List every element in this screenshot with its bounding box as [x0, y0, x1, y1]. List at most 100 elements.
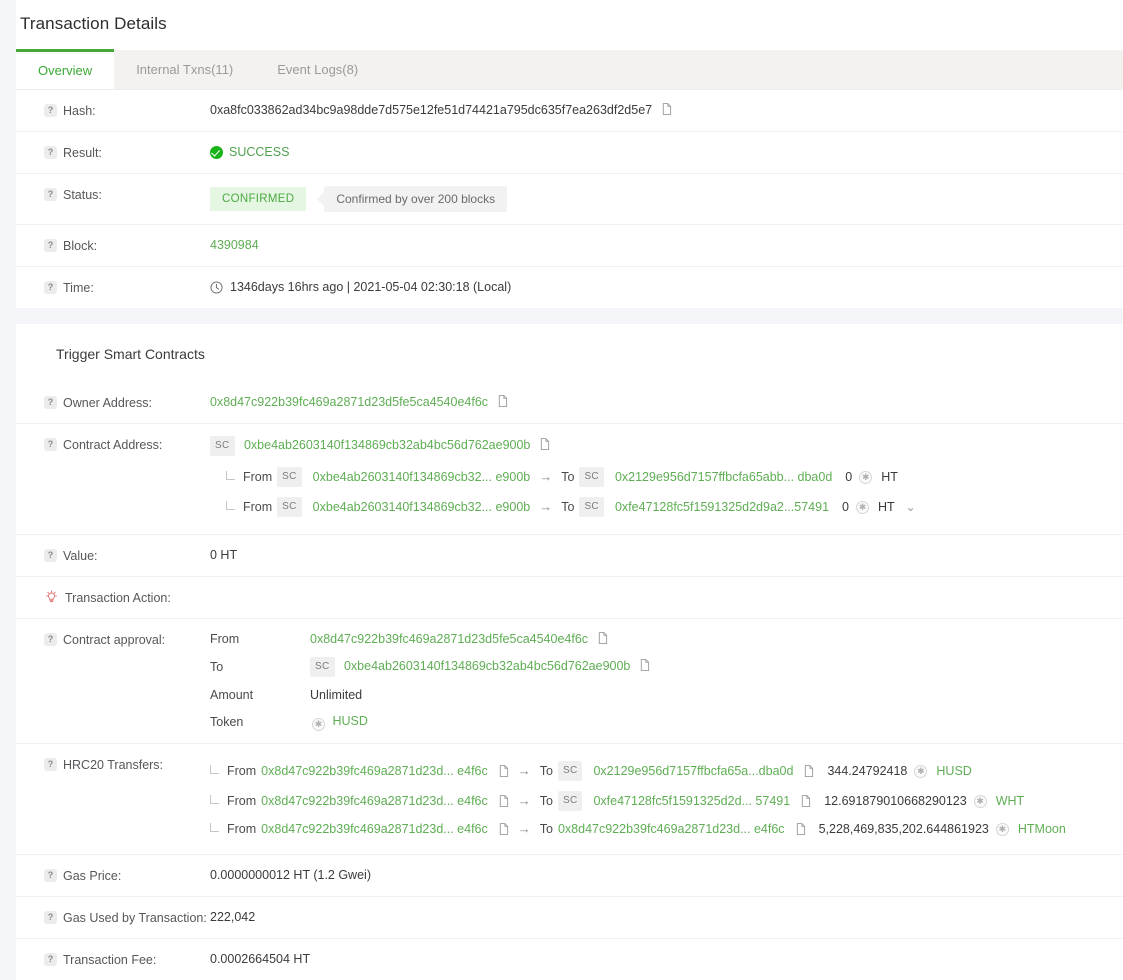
status-tooltip: Confirmed by over 200 blocks — [324, 186, 508, 212]
transfer-amount: 0 — [842, 500, 849, 514]
from-address-link[interactable]: 0x8d47c922b39fc469a2871d23d... e4f6c — [261, 821, 488, 837]
header-card: Transaction Details Overview Internal Tx… — [16, 0, 1123, 308]
row-contract-approval-label: Contract approval: — [63, 633, 166, 647]
copy-icon[interactable] — [498, 822, 509, 836]
row-time-value-wrap: 1346days 16hrs ago | 2021-05-04 02:30:18… — [210, 279, 1123, 295]
row-owner-address-label: Owner Address: — [63, 396, 152, 410]
help-icon[interactable]: ? — [44, 104, 57, 117]
from-address-link[interactable]: 0x8d47c922b39fc469a2871d23d... e4f6c — [261, 793, 488, 809]
row-owner-address-value-wrap: 0x8d47c922b39fc469a2871d23d5fe5ca4540e4f… — [210, 394, 1123, 410]
copy-icon[interactable] — [597, 632, 608, 645]
row-status-value-wrap: CONFIRMED Confirmed by over 200 blocks — [210, 186, 1123, 212]
help-icon[interactable]: ? — [44, 396, 57, 409]
copy-icon[interactable] — [661, 103, 672, 116]
approval-from-link[interactable]: 0x8d47c922b39fc469a2871d23d5fe5ca4540e4f… — [310, 632, 588, 646]
approval-to-link[interactable]: 0xbe4ab2603140f134869cb32ab4bc56d762ae90… — [344, 659, 630, 673]
copy-icon[interactable] — [498, 764, 509, 778]
tab-event-logs-label: Event Logs(8) — [277, 62, 359, 77]
copy-icon[interactable] — [497, 395, 508, 408]
sc-chip: SC — [277, 497, 302, 517]
gas-used-value: 222,042 — [210, 910, 256, 924]
arrow-right-icon: → — [517, 763, 531, 778]
from-address-link[interactable]: 0xbe4ab2603140f134869cb32... e900b — [313, 499, 531, 515]
help-icon[interactable]: ? — [44, 549, 57, 562]
tab-event-logs[interactable]: Event Logs(8) — [255, 50, 380, 89]
transfer-token: HT — [878, 500, 895, 514]
contract-card: Trigger Smart Contracts ? Owner Address:… — [16, 324, 1123, 980]
owner-address-link[interactable]: 0x8d47c922b39fc469a2871d23d5fe5ca4540e4f… — [210, 395, 488, 409]
row-value-label-wrap: ? Value: — [44, 547, 210, 564]
to-label: To — [561, 470, 575, 484]
help-icon[interactable]: ? — [44, 146, 57, 159]
from-label: From — [243, 470, 273, 484]
row-contract-address-label-wrap: ? Contract Address: — [44, 436, 210, 453]
approval-amount-value: Unlimited — [310, 688, 363, 702]
copy-icon[interactable] — [795, 822, 806, 836]
help-icon[interactable]: ? — [44, 633, 57, 646]
sc-chip: SC — [579, 497, 604, 517]
row-hash-value-wrap: 0xa8fc033862ad34bc9a98dde7d575e12fe51d74… — [210, 102, 1123, 118]
approval-token-link[interactable]: HUSD — [332, 714, 367, 728]
to-address-link[interactable]: 0xfe47128fc5f1591325d2d... 57491 — [593, 793, 790, 809]
sc-chip: SC — [310, 657, 335, 677]
tab-overview-label: Overview — [38, 63, 93, 78]
help-icon[interactable]: ? — [44, 281, 57, 294]
contract-address-link[interactable]: 0xbe4ab2603140f134869cb32ab4bc56d762ae90… — [244, 438, 530, 452]
copy-icon[interactable] — [498, 794, 509, 808]
row-hrc20-transfers-label: HRC20 Transfers: — [63, 758, 164, 772]
row-owner-address-label-wrap: ? Owner Address: — [44, 394, 210, 411]
approval-to-key: To — [210, 660, 224, 674]
copy-icon[interactable] — [800, 794, 811, 808]
help-icon[interactable]: ? — [44, 911, 57, 924]
block-link[interactable]: 4390984 — [210, 238, 259, 252]
internal-transfer-row: From SC 0xbe4ab2603140f134869cb32... e90… — [226, 462, 1123, 492]
from-address-link[interactable]: 0x8d47c922b39fc469a2871d23d... e4f6c — [261, 763, 488, 779]
from-address-link[interactable]: 0xbe4ab2603140f134869cb32... e900b — [313, 469, 531, 485]
to-label: To — [539, 794, 553, 808]
row-gas-price-label: Gas Price: — [63, 869, 122, 883]
approval-table: From 0x8d47c922b39fc469a2871d23d5fe5ca45… — [210, 631, 1123, 731]
tab-overview[interactable]: Overview — [16, 49, 115, 89]
approval-token-value-wrap: ✱ HUSD — [310, 713, 1123, 731]
clock-icon — [210, 280, 223, 294]
transfer-token-link[interactable]: HTMoon — [1018, 821, 1066, 837]
copy-icon[interactable] — [539, 438, 550, 451]
help-icon[interactable]: ? — [44, 869, 57, 882]
token-icon: ✱ — [859, 470, 873, 484]
gas-price-value: 0.0000000012 HT (1.2 Gwei) — [210, 868, 371, 882]
to-address-link[interactable]: 0xfe47128fc5f1591325d2d9a2...57491 — [615, 499, 829, 515]
help-icon[interactable]: ? — [44, 239, 57, 252]
help-icon[interactable]: ? — [44, 758, 57, 771]
approval-to-value-wrap: SC 0xbe4ab2603140f134869cb32ab4bc56d762a… — [310, 657, 1123, 677]
to-label: To — [539, 764, 553, 778]
help-icon[interactable]: ? — [44, 953, 57, 966]
row-result-label: Result: — [63, 146, 102, 160]
help-icon[interactable]: ? — [44, 438, 57, 451]
tree-branch-icon — [210, 795, 219, 804]
to-address-link[interactable]: 0x8d47c922b39fc469a2871d23d... e4f6c — [558, 821, 785, 837]
help-icon[interactable]: ? — [44, 188, 57, 201]
tab-internal-txns[interactable]: Internal Txns(11) — [114, 50, 255, 89]
transfer-token-link[interactable]: HUSD — [936, 763, 971, 779]
arrow-right-icon: → — [517, 821, 531, 836]
row-result: ? Result: SUCCESS — [16, 132, 1123, 174]
from-label: From — [243, 500, 273, 514]
row-contract-address-label: Contract Address: — [63, 438, 163, 452]
copy-icon[interactable] — [639, 659, 650, 672]
row-transaction-fee-label-wrap: ? Transaction Fee: — [44, 951, 210, 968]
to-address-link[interactable]: 0x2129e956d7157ffbcfa65abb... dba0d — [615, 469, 832, 485]
row-transaction-action: Transaction Action: — [16, 577, 1123, 619]
hrc20-transfer-row: From 0x8d47c922b39fc469a2871d23d... e4f6… — [210, 816, 1123, 842]
row-transaction-fee-label: Transaction Fee: — [63, 953, 157, 967]
transfer-token-link[interactable]: WHT — [996, 793, 1024, 809]
approval-from-value-wrap: 0x8d47c922b39fc469a2871d23d5fe5ca4540e4f… — [310, 631, 1123, 647]
arrow-right-icon: → — [539, 499, 553, 514]
copy-icon[interactable] — [803, 764, 814, 778]
row-result-label-wrap: ? Result: — [44, 144, 210, 161]
value-amount: 0 HT — [210, 548, 238, 562]
transfer-amount: 5,228,469,835,202.644861923 — [818, 822, 989, 836]
row-time-label: Time: — [63, 281, 94, 295]
sc-chip: SC — [557, 761, 583, 781]
to-address-link[interactable]: 0x2129e956d7157ffbcfa65a...dba0d — [593, 763, 793, 779]
chevron-down-icon[interactable]: ⌄ — [906, 499, 916, 515]
